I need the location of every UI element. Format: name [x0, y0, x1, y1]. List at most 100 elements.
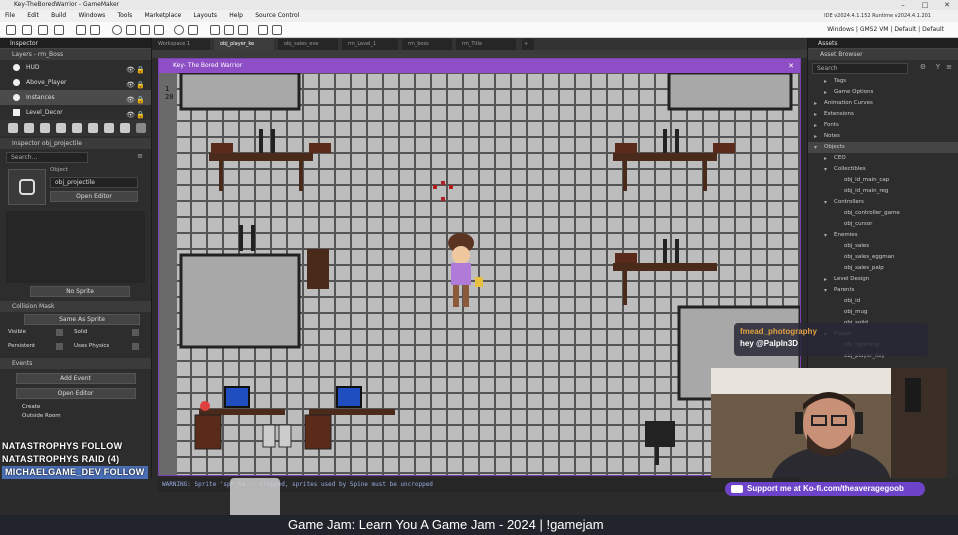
- close-window-button[interactable]: ✕: [936, 0, 958, 10]
- visible-checkbox[interactable]: [56, 329, 63, 336]
- asset-tree-item[interactable]: obj_id: [808, 296, 958, 307]
- open-project-icon[interactable]: [22, 25, 32, 35]
- close-icon[interactable]: ✕: [788, 59, 794, 73]
- tab-rm-boss[interactable]: rm_boss: [402, 39, 452, 50]
- maximize-button[interactable]: □: [914, 0, 936, 10]
- tab-rm-level-1[interactable]: rm_Level_1: [342, 39, 398, 50]
- add-event-button[interactable]: Add Event: [15, 373, 136, 384]
- menu-source-control[interactable]: Source Control: [250, 10, 304, 22]
- layer-hud[interactable]: HUD 👁 🔒: [0, 60, 151, 75]
- layer-instances[interactable]: Instances 👁 🔒: [0, 90, 151, 105]
- chevron-down-icon[interactable]: ▾: [824, 285, 827, 296]
- asset-tree-item[interactable]: obj_sales_palp: [808, 263, 958, 274]
- asset-tree-item[interactable]: ▸ Animation Curves: [808, 98, 958, 109]
- stop-icon[interactable]: [140, 25, 150, 35]
- target-selector[interactable]: Windows | GMS2 VM | Default | Default: [827, 22, 944, 38]
- asset-search-input[interactable]: Search: [812, 63, 908, 74]
- menu-marketplace[interactable]: Marketplace: [139, 10, 186, 22]
- minimize-button[interactable]: –: [892, 0, 914, 10]
- clean-icon[interactable]: [154, 25, 164, 35]
- asset-tree-item[interactable]: obj_controller_game: [808, 208, 958, 219]
- chevron-right-icon[interactable]: ▸: [814, 98, 817, 109]
- asset-layer-icon[interactable]: [40, 123, 50, 133]
- asset-tree-item[interactable]: ▸ Notes: [808, 131, 958, 142]
- asset-tree-item[interactable]: ▾ Controllers: [808, 197, 958, 208]
- tab-obj-sales[interactable]: obj_sales_eve: [278, 39, 338, 50]
- chevron-down-icon[interactable]: ▾: [814, 142, 817, 153]
- asset-tree-item[interactable]: ▾ Objects: [808, 142, 958, 153]
- sprite-preview[interactable]: [8, 169, 46, 205]
- asset-tree-item[interactable]: ▸ Game Options: [808, 87, 958, 98]
- asset-tree-item[interactable]: obj_cursor: [808, 219, 958, 230]
- menu-icon[interactable]: ≡: [137, 152, 143, 160]
- menu-edit[interactable]: Edit: [22, 10, 44, 22]
- persistent-checkbox[interactable]: [56, 343, 63, 350]
- asset-tree-item[interactable]: ▾ Collectibles: [808, 164, 958, 175]
- add-tab-button[interactable]: +: [522, 39, 534, 50]
- background-layer-icon[interactable]: [8, 123, 18, 133]
- filter-icon[interactable]: Y: [936, 63, 940, 71]
- undo-icon[interactable]: [76, 25, 86, 35]
- target-icon[interactable]: [174, 25, 184, 35]
- tab-assets[interactable]: Assets: [808, 38, 958, 49]
- save-all-icon[interactable]: [54, 25, 64, 35]
- zoom-in-icon[interactable]: [238, 25, 248, 35]
- object-name-field[interactable]: obj_projectile: [50, 177, 138, 188]
- chevron-down-icon[interactable]: ▾: [824, 197, 827, 208]
- effect-layer-icon[interactable]: [88, 123, 98, 133]
- asset-tree-item[interactable]: obj_sales_eggman: [808, 252, 958, 263]
- instance-layer-icon[interactable]: [24, 123, 34, 133]
- game-window[interactable]: Key- The Bored Warrior ✕ 1 20: [158, 58, 801, 476]
- zoom-reset-icon[interactable]: [224, 25, 234, 35]
- menu-help[interactable]: Help: [224, 10, 248, 22]
- event-create[interactable]: Create: [0, 399, 151, 411]
- chevron-right-icon[interactable]: ▸: [814, 131, 817, 142]
- asset-tree-item[interactable]: ▸ Fonts: [808, 120, 958, 131]
- menu-tools[interactable]: Tools: [112, 10, 137, 22]
- asset-tree-item[interactable]: ▾ Parents: [808, 285, 958, 296]
- chevron-down-icon[interactable]: ▾: [824, 230, 827, 241]
- solid-checkbox[interactable]: [132, 329, 139, 336]
- search-input[interactable]: Search...: [6, 152, 88, 163]
- asset-tree-item[interactable]: ▸ Level Design: [808, 274, 958, 285]
- uses-physics-checkbox[interactable]: [132, 343, 139, 350]
- asset-tree-item[interactable]: obj_id_main_reg: [808, 186, 958, 197]
- event-outside-room[interactable]: Outside Room: [0, 411, 151, 419]
- folder-icon[interactable]: [120, 123, 130, 133]
- asset-tree-item[interactable]: ▾ Enemies: [808, 230, 958, 241]
- chevron-down-icon[interactable]: ▾: [824, 164, 827, 175]
- new-project-icon[interactable]: [6, 25, 16, 35]
- settings-icon[interactable]: ⚙: [920, 63, 926, 71]
- asset-tree-item[interactable]: obj_id_main_cap: [808, 175, 958, 186]
- path-layer-icon[interactable]: [72, 123, 82, 133]
- menu-build[interactable]: Build: [46, 10, 71, 22]
- search-results-icon[interactable]: [272, 25, 282, 35]
- open-editor-button[interactable]: Open Editor: [50, 191, 138, 202]
- asset-tree-item[interactable]: obj_sales: [808, 241, 958, 252]
- redo-icon[interactable]: [90, 25, 100, 35]
- filter-layer-icon[interactable]: [104, 123, 114, 133]
- run-icon[interactable]: [126, 25, 136, 35]
- chevron-right-icon[interactable]: ▸: [824, 153, 827, 164]
- output-icon[interactable]: [258, 25, 268, 35]
- collision-mask-selector[interactable]: Same As Sprite: [24, 314, 140, 325]
- tab-inspector[interactable]: Inspector: [0, 38, 151, 49]
- chevron-right-icon[interactable]: ▸: [824, 76, 827, 87]
- zoom-out-icon[interactable]: [210, 25, 220, 35]
- menu-windows[interactable]: Windows: [73, 10, 110, 22]
- game-canvas[interactable]: 1 20: [159, 73, 800, 475]
- chevron-right-icon[interactable]: ▸: [814, 120, 817, 131]
- save-icon[interactable]: [38, 25, 48, 35]
- asset-tree-item[interactable]: obj_mug: [808, 307, 958, 318]
- tile-layer-icon[interactable]: [56, 123, 66, 133]
- asset-tree-item[interactable]: ▸ Tags: [808, 76, 958, 87]
- chevron-right-icon[interactable]: ▸: [824, 274, 827, 285]
- delete-icon[interactable]: [136, 123, 146, 133]
- asset-tree-item[interactable]: ▸ Extensions: [808, 109, 958, 120]
- tab-obj-player[interactable]: obj_player_ke: [214, 39, 274, 50]
- menu-file[interactable]: File: [0, 10, 20, 22]
- layer-level-decor[interactable]: Level_Decor 👁 🔒: [0, 105, 151, 120]
- tab-rm-title[interactable]: rm_Title: [456, 39, 516, 50]
- menu-icon[interactable]: ≡: [946, 63, 952, 71]
- asset-tree-item[interactable]: ▸ CEO: [808, 153, 958, 164]
